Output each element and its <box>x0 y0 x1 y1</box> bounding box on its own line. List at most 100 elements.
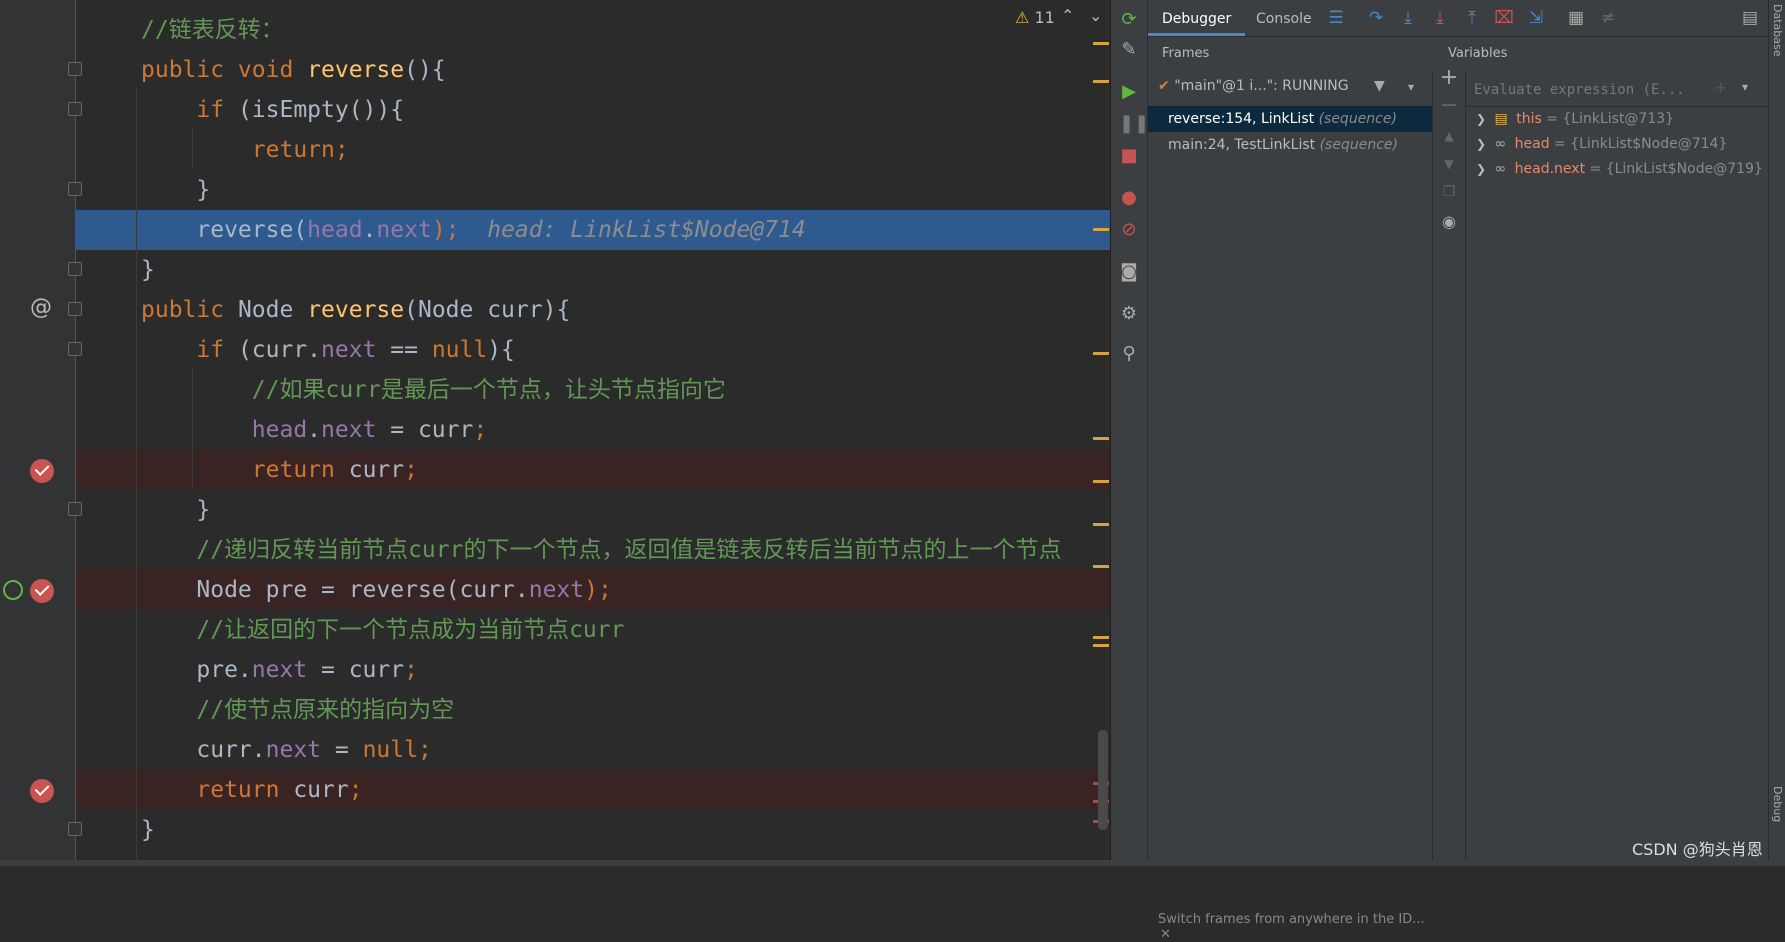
pin-icon[interactable]: ⚲ <box>1119 344 1139 364</box>
code-line[interactable]: } <box>0 250 1110 290</box>
database-tool-tab[interactable]: Database <box>1771 4 1784 57</box>
add-watch-icon[interactable]: + <box>1439 67 1459 89</box>
fold-marker[interactable] <box>68 502 82 516</box>
variable-item[interactable]: ❯ ▤ this = {LinkList@713} <box>1476 107 1674 131</box>
code-line[interactable]: } <box>0 810 1110 850</box>
debug-tool-tab[interactable]: Debug <box>1771 786 1784 822</box>
code-line[interactable]: public Node reverse(Node curr){ <box>0 290 1110 330</box>
rerun-icon[interactable]: ⟳ <box>1119 10 1139 30</box>
code-line[interactable]: pre.next = curr; <box>0 650 1110 690</box>
code-line[interactable]: } <box>0 170 1110 210</box>
code-line[interactable]: head.next = curr; <box>0 410 1110 450</box>
scroll-marker[interactable] <box>1093 228 1109 231</box>
chevron-down-icon[interactable]: ⌄ <box>1089 6 1102 25</box>
implementation-at-icon[interactable]: @ <box>30 295 52 320</box>
code-token: next <box>251 657 308 683</box>
fold-marker[interactable] <box>68 302 82 316</box>
evaluate-calculator-icon[interactable]: ▦ <box>1566 8 1586 28</box>
thread-selector[interactable]: ✔ "main"@1 i...": RUNNING <box>1158 78 1349 94</box>
scroll-marker[interactable] <box>1093 80 1109 83</box>
expand-chevron-icon[interactable]: ❯ <box>1476 137 1486 151</box>
step-over-icon[interactable]: ↷ <box>1366 8 1386 28</box>
settings-wrench-icon[interactable]: ✎ <box>1119 40 1139 60</box>
fold-marker[interactable] <box>68 262 82 276</box>
current-execution-line[interactable]: reverse(head.next); head: LinkList$Node@… <box>76 210 1110 250</box>
evaluate-expression-input[interactable] <box>1472 76 1716 104</box>
inspection-warnings[interactable]: ⚠ 11 <box>1015 8 1055 27</box>
scroll-marker[interactable] <box>1093 42 1109 45</box>
frame-item[interactable]: main:24, TestLinkList (sequence) <box>1148 132 1432 158</box>
scroll-marker[interactable] <box>1093 480 1109 483</box>
code-line[interactable]: public void reverse(){ <box>0 50 1110 90</box>
pause-icon[interactable]: ❚❚ <box>1119 114 1149 134</box>
code-line[interactable]: //如果curr是最后一个节点，让头节点指向它 <box>0 370 1110 410</box>
tab-debugger[interactable]: Debugger <box>1148 0 1246 36</box>
variable-item[interactable]: ❯ ∞ head = {LinkList$Node@714} <box>1476 132 1727 156</box>
expand-chevron-icon[interactable]: ❯ <box>1476 112 1486 126</box>
code-line[interactable]: return; <box>0 130 1110 170</box>
scroll-marker[interactable] <box>1093 523 1109 526</box>
view-breakpoints-icon[interactable]: ● <box>1119 188 1139 208</box>
code-line[interactable]: //让返回的下一个节点成为当前节点curr <box>0 610 1110 650</box>
layout-menu-icon[interactable]: ☰ <box>1326 8 1346 28</box>
eye-icon[interactable]: ◉ <box>1439 212 1459 232</box>
stop-icon[interactable]: ■ <box>1119 146 1139 166</box>
code-token: ; <box>417 737 432 763</box>
recursive-call-icon[interactable] <box>3 580 23 600</box>
code-line[interactable]: //递归反转当前节点curr的下一个节点，返回值是链表反转后当前节点的上一个节点 <box>0 530 1110 570</box>
filter-icon[interactable]: ▼ <box>1374 78 1385 94</box>
breakpoint-icon[interactable] <box>30 779 54 803</box>
scroll-marker[interactable] <box>1093 437 1109 440</box>
close-icon[interactable]: ✕ <box>1160 927 1171 942</box>
breakpoint-icon[interactable] <box>30 579 54 603</box>
fold-marker[interactable] <box>68 822 82 836</box>
breakpoint-icon[interactable] <box>30 459 54 483</box>
move-up-icon[interactable]: ▲ <box>1439 126 1459 146</box>
editor-scrollbar-thumb[interactable] <box>1098 730 1108 830</box>
resume-icon[interactable]: ▶ <box>1119 82 1139 102</box>
camera-icon[interactable]: ◙ <box>1119 262 1139 282</box>
code-editor[interactable]: //链表反转： public void reverse(){ if (isEmpt… <box>0 0 1110 866</box>
copy-icon[interactable]: ❐ <box>1439 182 1459 202</box>
code-line[interactable]: if (curr.next == null){ <box>0 330 1110 370</box>
fold-marker[interactable] <box>68 102 82 116</box>
layout-settings-icon[interactable]: ▤ <box>1740 8 1760 28</box>
tab-console[interactable]: Console <box>1242 0 1326 36</box>
code-line[interactable]: } <box>0 490 1110 530</box>
scroll-marker[interactable] <box>1093 352 1109 355</box>
code-line[interactable]: //使节点原来的指向为空 <box>0 690 1110 730</box>
breakpoint-line[interactable]: return curr; <box>76 770 1110 810</box>
chevron-up-icon[interactable]: ⌃ <box>1061 6 1074 25</box>
force-step-into-icon[interactable]: ⤓ <box>1430 8 1450 28</box>
step-into-icon[interactable]: ⤓ <box>1398 8 1418 28</box>
frame-item[interactable]: reverse:154, LinkList (sequence) <box>1148 106 1432 132</box>
step-out-icon[interactable]: ⤒ <box>1462 8 1482 28</box>
remove-watch-icon[interactable]: − <box>1439 95 1459 117</box>
debug-panel: Debugger Console ☰ ↷ ⤓ ⤓ ⤒ ⌧ ⇲ ▦ ≠ ▤ Fra… <box>1148 0 1768 942</box>
fold-marker[interactable] <box>68 62 82 76</box>
scroll-marker[interactable] <box>1093 644 1109 647</box>
add-watch-icon[interactable]: + <box>1714 78 1727 97</box>
move-down-icon[interactable]: ▼ <box>1439 154 1459 174</box>
chevron-down-icon[interactable]: ▾ <box>1408 80 1414 94</box>
variable-item[interactable]: ❯ ∞ head.next = {LinkList$Node@719} <box>1476 157 1763 181</box>
code-line[interactable]: curr.next = null; <box>0 730 1110 770</box>
code-text: //链表反转： <box>141 16 284 44</box>
fold-marker[interactable] <box>68 182 82 196</box>
scroll-marker[interactable] <box>1093 636 1109 639</box>
breakpoint-line[interactable]: Node pre = reverse(curr.next); <box>76 570 1110 610</box>
drop-frame-icon[interactable]: ⌧ <box>1494 8 1514 28</box>
breakpoint-line[interactable]: return curr; <box>76 450 1110 490</box>
scroll-marker[interactable] <box>1093 565 1109 568</box>
run-to-cursor-icon[interactable]: ⇲ <box>1526 8 1546 28</box>
code-text: return curr; <box>141 776 362 804</box>
chevron-down-icon[interactable]: ▾ <box>1742 80 1748 94</box>
fold-marker[interactable] <box>68 342 82 356</box>
trace-stream-icon[interactable]: ≠ <box>1598 8 1618 28</box>
expand-chevron-icon[interactable]: ❯ <box>1476 162 1486 176</box>
mute-breakpoints-icon[interactable]: ⊘ <box>1119 220 1139 240</box>
gear-icon[interactable]: ⚙ <box>1119 304 1139 324</box>
code-line[interactable]: if (isEmpty()){ <box>0 90 1110 130</box>
code-text: } <box>141 176 210 204</box>
code-line[interactable]: //链表反转： <box>0 10 1110 50</box>
